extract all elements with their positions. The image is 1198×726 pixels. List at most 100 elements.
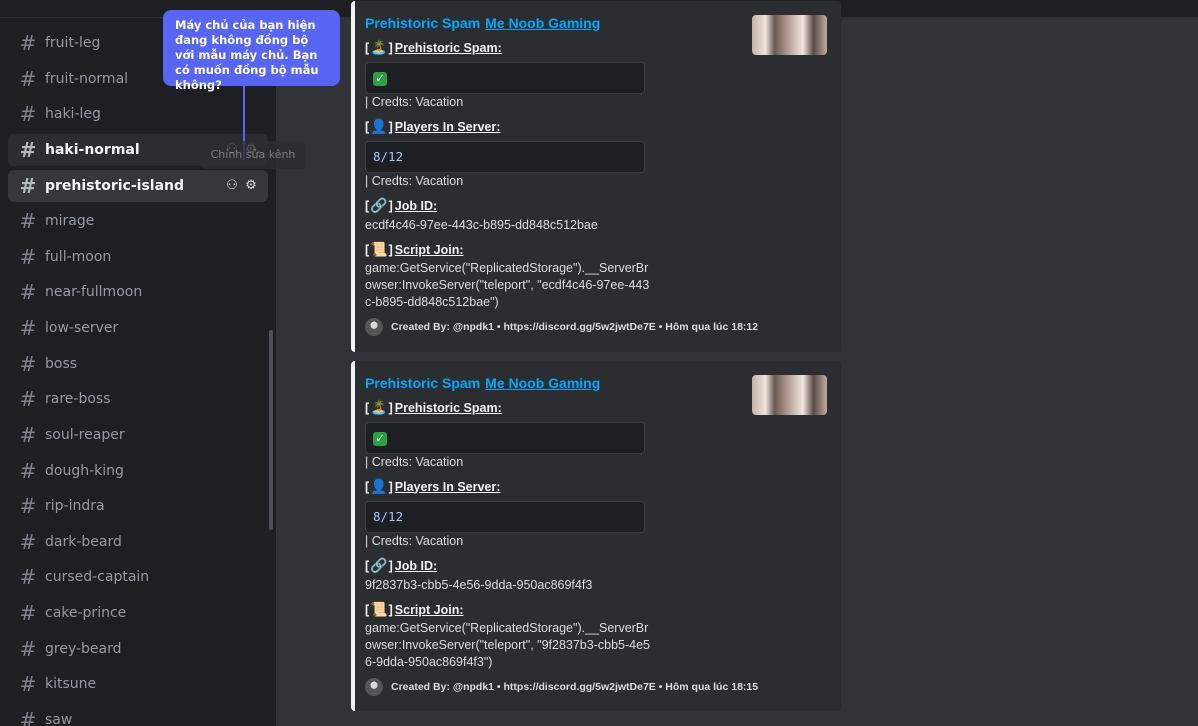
sidebar-item-grey-beard[interactable]: # grey-beard bbox=[8, 633, 268, 665]
sidebar-item-dough-king[interactable]: # dough-king bbox=[8, 455, 268, 487]
text-channel-hash-icon: # bbox=[19, 245, 37, 269]
prehistoric-spam-emoji-icon: 🏝️ bbox=[370, 39, 388, 55]
sidebar-item-label: grey-beard bbox=[45, 641, 122, 657]
sidebar-item-cake-prince[interactable]: # cake-prince bbox=[8, 597, 268, 629]
sidebar-item-rare-boss[interactable]: # rare-boss bbox=[8, 383, 268, 415]
players-field-label: [👤] Players In Server: bbox=[365, 118, 501, 134]
script-code: game:GetService("ReplicatedStorage").__S… bbox=[365, 621, 650, 669]
sidebar-item-prehistoric-island[interactable]: # prehistoric-island ⚇ ⚙ bbox=[8, 170, 268, 202]
sidebar-item-label: prehistoric-island bbox=[45, 178, 185, 194]
thumbnail-image[interactable] bbox=[752, 375, 827, 415]
author-link[interactable]: Me Noob Gaming bbox=[485, 15, 600, 31]
text-channel-hash-icon: # bbox=[19, 102, 37, 126]
script-join-emoji-icon: 📜 bbox=[370, 601, 388, 617]
prehistoric-spam-field-label: [🏝️] Prehistoric Spam: bbox=[365, 39, 502, 55]
sidebar-item-label: near-fullmoon bbox=[45, 284, 143, 300]
sidebar-item-label: rare-boss bbox=[45, 391, 111, 407]
gear-icon[interactable]: ⚙ bbox=[244, 178, 258, 194]
job-id-emoji-icon: 🔗 bbox=[370, 197, 388, 213]
text-channel-hash-icon: # bbox=[19, 138, 37, 162]
sidebar-item-label: haki-leg bbox=[45, 106, 101, 122]
text-channel-hash-icon: # bbox=[19, 672, 37, 696]
text-channel-hash-icon: # bbox=[19, 565, 37, 589]
checkmark-icon: ✓ bbox=[373, 431, 387, 446]
players-label: Players In Server: bbox=[394, 119, 501, 134]
sidebar-item-label: dough-king bbox=[45, 463, 124, 479]
script-join-emoji-icon: 📜 bbox=[370, 241, 388, 257]
credits-text: | Credts: Vacation bbox=[365, 174, 464, 188]
job-id-field-label: [🔗] Job ID: bbox=[365, 557, 438, 573]
text-channel-hash-icon: # bbox=[19, 601, 37, 625]
sidebar-item-label: saw bbox=[45, 712, 73, 726]
sidebar-item-label: soul-reaper bbox=[45, 427, 125, 443]
sidebar-item-saw[interactable]: # saw bbox=[8, 704, 268, 726]
add-member-icon[interactable]: ⚇ bbox=[225, 178, 239, 194]
creator-avatar bbox=[365, 318, 383, 336]
embed-author: Prehistoric Spam Me Noob Gaming bbox=[365, 15, 600, 31]
sidebar-item-label: cake-prince bbox=[45, 605, 127, 621]
author-link[interactable]: Me Noob Gaming bbox=[485, 375, 600, 391]
prehistoric-spam-label: Prehistoric Spam: bbox=[394, 400, 502, 415]
sidebar-item-label: cursed-captain bbox=[45, 569, 150, 585]
author-name: Prehistoric Spam bbox=[365, 375, 481, 391]
players-emoji-icon: 👤 bbox=[370, 118, 388, 134]
script-join-label: Script Join: bbox=[394, 602, 464, 617]
job-id-field-label: [🔗] Job ID: bbox=[365, 197, 438, 213]
sidebar-item-label: low-server bbox=[45, 320, 119, 336]
edit-channel-tooltip: Chỉnh sửa kênh bbox=[200, 141, 306, 169]
sidebar-item-low-server[interactable]: # low-server bbox=[8, 312, 268, 344]
text-channel-hash-icon: # bbox=[19, 387, 37, 411]
sidebar-item-label: full-moon bbox=[45, 249, 112, 265]
sidebar-item-kitsune[interactable]: # kitsune bbox=[8, 668, 268, 700]
job-id-label: Job ID: bbox=[394, 558, 438, 573]
sidebar-item-label: haki-normal bbox=[45, 142, 140, 158]
prehistoric-spam-field-label: [🏝️] Prehistoric Spam: bbox=[365, 399, 502, 415]
text-channel-hash-icon: # bbox=[19, 209, 37, 233]
text-channel-hash-icon: # bbox=[19, 316, 37, 340]
creator-avatar bbox=[365, 678, 383, 696]
text-channel-hash-icon: # bbox=[19, 31, 37, 55]
popup-text: Máy chủ của bạn hiện đang không đồng bộ … bbox=[175, 18, 319, 92]
embed-message: Prehistoric Spam Me Noob Gaming [🏝️] Prehis… bbox=[351, 361, 841, 711]
sidebar-item-rip-indra[interactable]: # rip-indra bbox=[8, 490, 268, 522]
text-channel-hash-icon: # bbox=[19, 67, 37, 91]
spam-value-box: ✓ bbox=[365, 62, 645, 94]
embed-footer: Created By: @npdk1 • https://discord.gg/… bbox=[365, 318, 758, 336]
credits-text: | Credts: Vacation bbox=[365, 534, 464, 548]
sidebar-item-label: dark-beard bbox=[45, 534, 122, 550]
sidebar-item-full-moon[interactable]: # full-moon bbox=[8, 241, 268, 273]
sidebar-item-mirage[interactable]: # mirage bbox=[8, 205, 268, 237]
sidebar-item-boss[interactable]: # boss bbox=[8, 348, 268, 380]
text-channel-hash-icon: # bbox=[19, 352, 37, 376]
text-channel-hash-icon: # bbox=[19, 459, 37, 483]
sidebar-item-label: mirage bbox=[45, 213, 95, 229]
players-emoji-icon: 👤 bbox=[370, 478, 388, 494]
sidebar-item-label: rip-indra bbox=[45, 498, 105, 514]
sidebar-item-cursed-captain[interactable]: # cursed-captain bbox=[8, 561, 268, 593]
prehistoric-spam-label: Prehistoric Spam: bbox=[394, 40, 502, 55]
sidebar-scrollbar[interactable] bbox=[269, 330, 273, 530]
text-channel-hash-icon: # bbox=[19, 423, 37, 447]
script-join-field-label: [📜] Script Join: bbox=[365, 241, 464, 257]
channel-sidebar: # fruit-leg # fruit-normal # haki-leg # haki-no… bbox=[0, 18, 276, 726]
credits-text: | Credts: Vacation bbox=[365, 455, 464, 469]
sidebar-item-soul-reaper[interactable]: # soul-reaper bbox=[8, 419, 268, 451]
sidebar-item-dark-beard[interactable]: # dark-beard bbox=[8, 526, 268, 558]
job-id-value: ecdf4c46-97ee-443c-b895-dd848c512bae bbox=[365, 218, 598, 232]
template-sync-popup[interactable]: Máy chủ của bạn hiện đang không đồng bộ … bbox=[163, 10, 340, 160]
sidebar-item-label: kitsune bbox=[45, 676, 97, 692]
thumbnail-image[interactable] bbox=[752, 15, 827, 55]
embed-footer: Created By: @npdk1 • https://discord.gg/… bbox=[365, 678, 758, 696]
sidebar-item-near-fullmoon[interactable]: # near-fullmoon bbox=[8, 276, 268, 308]
text-channel-hash-icon: # bbox=[19, 530, 37, 554]
job-id-value: 9f2837b3-cbb5-4e56-9dda-950ac869f4f3 bbox=[365, 578, 593, 592]
text-channel-hash-icon: # bbox=[19, 637, 37, 661]
embed-message: Prehistoric Spam Me Noob Gaming [🏝️] Prehis… bbox=[351, 1, 841, 352]
sidebar-item-haki-leg[interactable]: # haki-leg bbox=[8, 98, 268, 130]
text-channel-hash-icon: # bbox=[19, 494, 37, 518]
script-join-field-label: [📜] Script Join: bbox=[365, 601, 464, 617]
sidebar-item-label: fruit-normal bbox=[45, 71, 129, 87]
script-code: game:GetService("ReplicatedStorage").__S… bbox=[365, 261, 650, 309]
checkmark-icon: ✓ bbox=[373, 71, 387, 86]
job-id-label: Job ID: bbox=[394, 198, 438, 213]
